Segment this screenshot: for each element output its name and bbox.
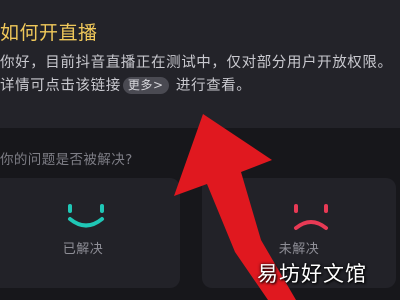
watermark: 易坊好文馆: [257, 262, 367, 286]
smile-icon: [68, 204, 104, 228]
solved-button[interactable]: 已解决: [0, 178, 180, 288]
solved-label: 已解决: [62, 242, 104, 257]
more-link-button[interactable]: 更多>: [122, 77, 169, 94]
feedback-question: 你的问题是否被解决?: [0, 152, 133, 168]
faq-question-title: 如何开直播: [0, 22, 98, 44]
faq-answer-text: 你好，目前抖音直播正在测试中，仅对部分用户开放权限。详情可点击该链接 更多> 进行…: [0, 52, 395, 98]
unsolved-label: 未解决: [278, 242, 320, 257]
answer-text-tail: 进行查看。: [170, 78, 252, 94]
